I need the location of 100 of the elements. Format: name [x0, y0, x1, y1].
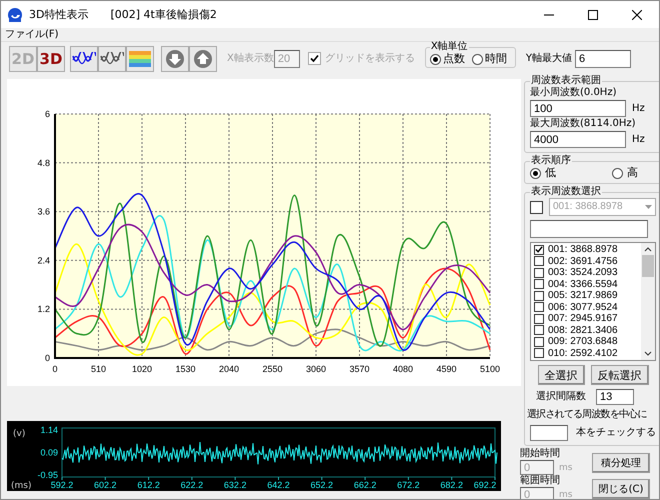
frequency-field[interactable]: 4000	[530, 131, 626, 148]
x-tick-label: 1020	[132, 364, 152, 374]
list-item[interactable]: 006: 3077.9524	[531, 302, 641, 313]
radio-label: 時間	[484, 53, 507, 65]
y-max-field[interactable]: 6	[574, 50, 631, 68]
list-item[interactable]: 002: 3691.4756	[531, 256, 641, 267]
field-label: 範囲時間	[520, 475, 561, 487]
x-tick-label: 602.2	[94, 480, 117, 490]
field-label: 開始時間	[520, 448, 561, 460]
text-field[interactable]	[530, 220, 648, 238]
checkbox[interactable]	[534, 336, 544, 347]
hint-text: 選択されてる周波数を中心に	[527, 409, 648, 421]
view-toggle[interactable]: 3D	[37, 46, 65, 72]
field-label: 最小周波数(0.0Hz)	[530, 87, 618, 99]
wave-lines-icon	[100, 52, 124, 66]
action-button[interactable]: 積分処理	[592, 453, 650, 473]
radio-label: 点数	[442, 53, 465, 65]
radio-option[interactable]: 低	[530, 167, 556, 179]
action-button[interactable]: 閉じる(C)	[592, 479, 650, 499]
list-item[interactable]: 008: 2821.3406	[531, 324, 641, 336]
x-tick-label: 622.2	[180, 480, 204, 490]
x-tick-label: 662.2	[354, 480, 376, 490]
y-tick-label: 1.14	[40, 425, 58, 435]
radio-option[interactable]: 点数	[430, 53, 465, 65]
x-tick-label: 692.2	[474, 480, 496, 490]
y-tick-label: 4.8	[37, 158, 50, 168]
list-item[interactable]: 010: 2592.4102	[531, 348, 641, 359]
y-tick-label: 1.2	[37, 304, 50, 314]
checkbox[interactable]	[534, 302, 544, 312]
radio-button[interactable]	[530, 168, 541, 178]
radio-option[interactable]: 時間	[472, 53, 507, 65]
x-tick-label: 612.2	[137, 480, 160, 490]
x-tick-label: 3060	[306, 364, 326, 374]
dropdown-value: 001: 3868.8978	[553, 201, 623, 213]
x-tick-label: 510	[90, 364, 106, 374]
scroll-thumb[interactable]	[642, 255, 654, 277]
field-label: 選択間隔数	[536, 391, 586, 403]
x-tick-label: 1530	[175, 364, 196, 374]
x-tick-label: 642.2	[267, 480, 290, 490]
group-title: 表示順序	[530, 155, 572, 167]
radio-option[interactable]: 高	[612, 167, 638, 179]
x-tick-label: 592.2	[50, 480, 74, 490]
wave-lines-button[interactable]	[70, 46, 98, 72]
checkbox[interactable]	[534, 314, 544, 324]
field-label: X軸表示数	[227, 52, 274, 64]
color-map-icon	[128, 50, 152, 68]
x-tick-label: 682.2	[440, 480, 463, 490]
y-tick-label: 3.6	[37, 206, 50, 217]
y-tick-label: -0.95	[37, 470, 58, 480]
y-tick-label: 0.09	[40, 448, 58, 458]
field-label: Y軸最大値	[526, 52, 572, 64]
app-logo-icon	[7, 6, 23, 22]
list-item[interactable]: 007: 2945.9167	[531, 313, 641, 324]
document-title: [002] 4t車後輪損傷2	[110, 7, 217, 22]
x-tick-label: 0	[52, 364, 58, 374]
up-arrow-button[interactable]	[189, 46, 217, 72]
radio-button[interactable]	[430, 54, 441, 64]
x-tick-label: 2550	[262, 364, 283, 374]
wave-lines-icon	[72, 52, 96, 66]
checkbox[interactable]	[534, 244, 544, 255]
list-item[interactable]: 009: 2703.6848	[531, 336, 641, 348]
close-icon	[632, 10, 642, 20]
checkbox[interactable]	[534, 290, 544, 301]
wave-lines-button[interactable]	[98, 46, 126, 72]
checkbox[interactable]	[534, 268, 544, 278]
x-tick-label: 5100	[480, 364, 500, 374]
x-tick-label: 632.2	[224, 480, 246, 490]
checkbox[interactable]	[534, 348, 544, 358]
checkbox[interactable]	[534, 256, 544, 266]
select-button[interactable]: 全選択	[538, 365, 584, 385]
checkbox-label: グリッドを表示する	[324, 52, 415, 64]
x-tick-label: 2040	[218, 364, 240, 374]
y-tick-label: 0	[44, 353, 50, 363]
group-title: 周波数表示範囲	[530, 75, 602, 86]
radio-button[interactable]	[612, 168, 623, 178]
frequency-field[interactable]: 100	[530, 100, 626, 117]
select-button[interactable]: 反転選択	[590, 365, 648, 385]
check-icon	[310, 54, 319, 63]
x-tick-label: 672.2	[397, 480, 420, 490]
count-field[interactable]	[530, 425, 568, 441]
color-map-button[interactable]	[126, 46, 154, 72]
interval-field[interactable]: 13	[596, 389, 634, 405]
field-label: 最大周波数(8114.0Hz)	[530, 118, 637, 130]
list-item[interactable]: 005: 3217.9869	[531, 290, 641, 302]
list-item[interactable]: 004: 3366.5594	[531, 278, 641, 290]
checkbox[interactable]	[534, 325, 544, 336]
maximize-icon	[588, 10, 598, 20]
unit-label: ms	[559, 462, 572, 474]
y-tick-label: 6	[44, 109, 50, 119]
checkbox[interactable]	[534, 279, 544, 290]
y-tick-label: 2.4	[37, 255, 50, 266]
down-arrow-button[interactable]	[161, 46, 189, 72]
radio-button[interactable]	[472, 54, 483, 64]
unit-label: Hz	[632, 134, 645, 146]
dropdown-caret-icon	[645, 205, 652, 209]
list-item[interactable]: 003: 3524.2093	[531, 267, 641, 278]
group-title: X軸単位	[430, 41, 469, 52]
menu-item[interactable]: ファイル(F)	[5, 28, 59, 41]
unit-label: ms	[559, 488, 572, 499]
list-item[interactable]: 001: 3868.8978	[531, 244, 641, 256]
